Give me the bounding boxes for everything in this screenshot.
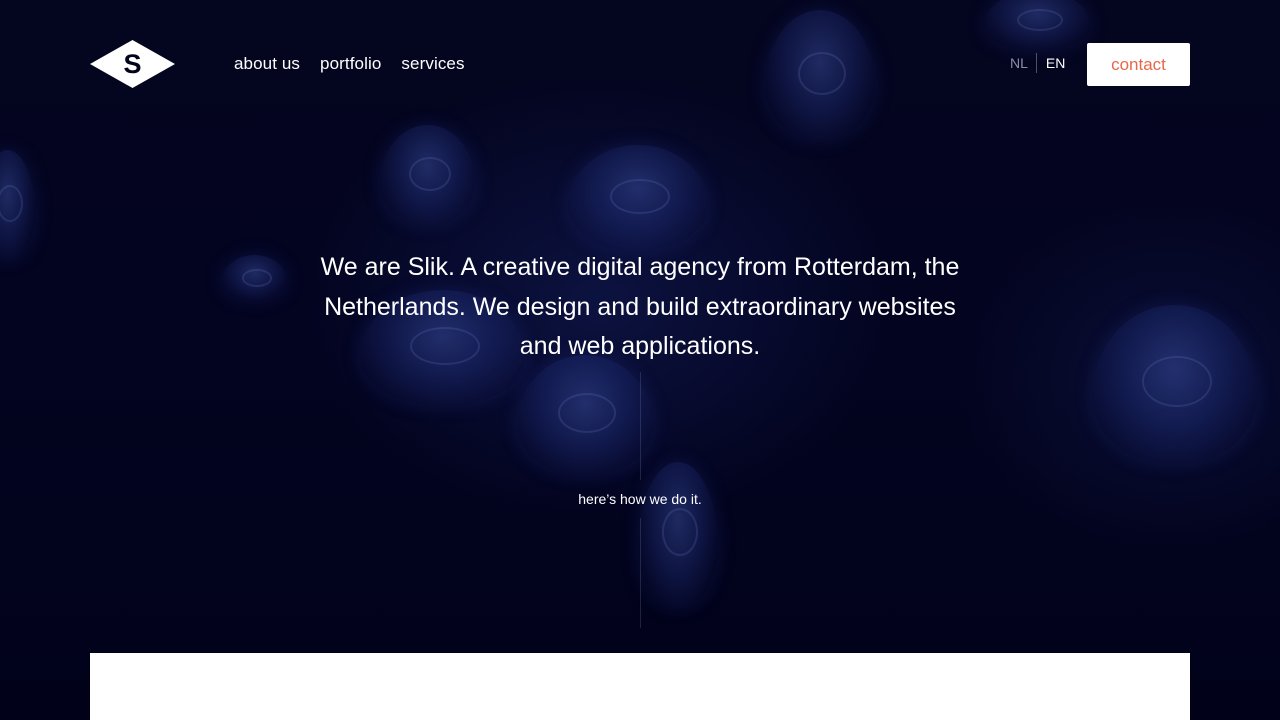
jellyfish-decoration (222, 255, 287, 300)
hero-intro-text: We are Slik. A creative digital agency f… (320, 253, 960, 360)
how-we-do-it-link[interactable]: here’s how we do it. (540, 488, 740, 510)
jellyfish-decoration (1092, 305, 1257, 463)
nav-item-services[interactable]: services (401, 52, 464, 76)
nav-item-portfolio[interactable]: portfolio (320, 52, 381, 76)
diamond-s-logo-icon: S (90, 40, 175, 88)
divider-line (640, 372, 641, 480)
language-option-nl[interactable]: NL (1010, 52, 1036, 74)
contact-button[interactable]: contact (1087, 43, 1190, 86)
nav-item-about-us[interactable]: about us (234, 52, 300, 76)
jellyfish-decoration (638, 462, 718, 607)
jellyfish-decoration (380, 125, 475, 225)
content-panel (90, 653, 1190, 720)
site-logo[interactable]: S (90, 40, 175, 88)
jellyfish-decoration (0, 150, 35, 260)
logo-letter: S (123, 49, 141, 79)
main-nav: about us portfolio services (234, 52, 465, 76)
divider-line (640, 518, 641, 628)
jellyfish-decoration (517, 355, 653, 475)
language-option-en[interactable]: EN (1037, 52, 1065, 74)
jellyfish-decoration (568, 145, 708, 250)
site-header: S about us portfolio services NL EN cont… (0, 0, 1280, 128)
language-switcher: NL EN (1010, 52, 1065, 74)
